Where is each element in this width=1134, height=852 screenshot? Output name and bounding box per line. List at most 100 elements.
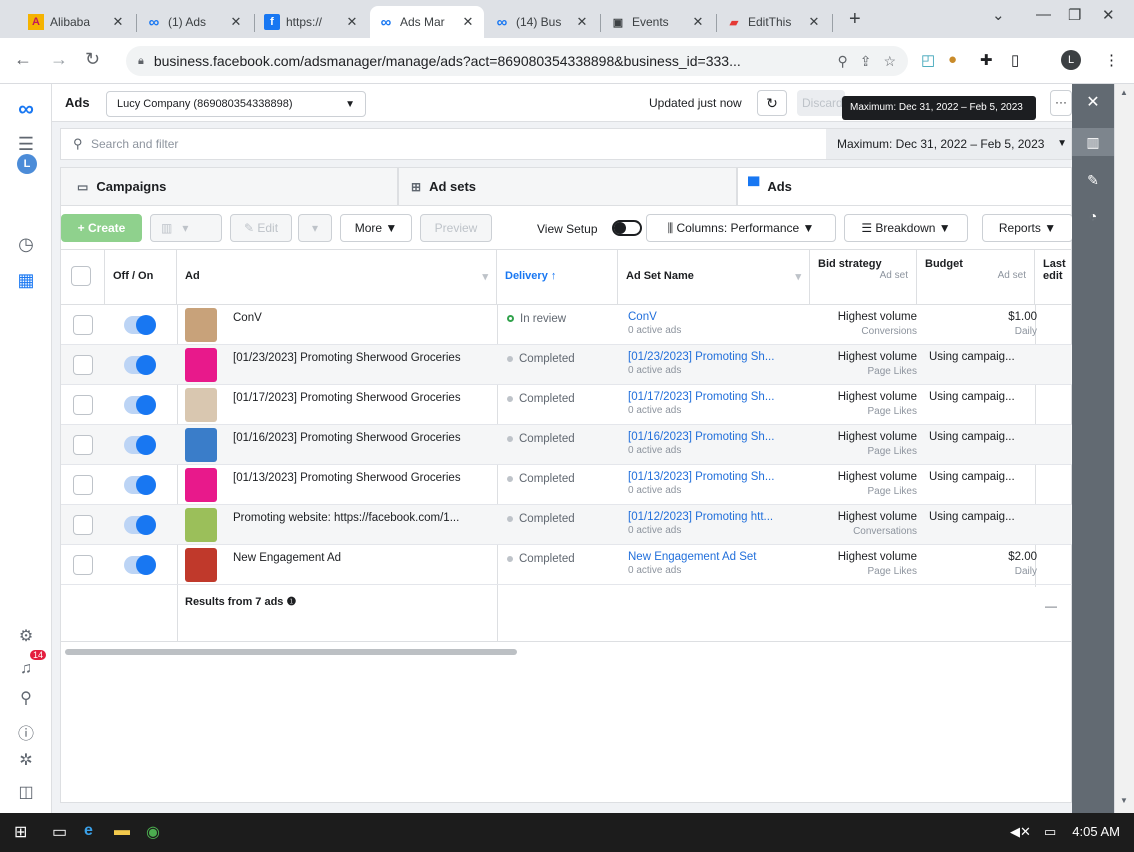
select-all-checkbox[interactable] [71,266,91,286]
zoom-icon[interactable]: ⚲ [837,53,847,70]
col-budget[interactable]: Budget Ad set [917,250,1035,305]
browser-tab-editthis[interactable]: ▰ EditThis ✕ [718,6,830,38]
col-last-edit[interactable]: Last edit [1035,250,1073,305]
adset-name-link[interactable]: [01/23/2023] Promoting Sh... [628,351,816,363]
file-explorer-icon[interactable]: ▬ [114,822,130,840]
browser-tab-ads[interactable]: ∞ (1) Ads ✕ [138,6,252,38]
info-icon[interactable]: ❶ [286,596,296,608]
close-icon[interactable]: ✕ [574,14,590,30]
window-close-icon[interactable]: ✕ [1102,6,1115,24]
adset-name-link[interactable]: [01/13/2023] Promoting Sh... [628,471,816,483]
lock-icon[interactable]: 🔒︎ [138,55,144,68]
side-panel-icon[interactable]: ▯ [1011,51,1019,69]
meta-logo-icon[interactable]: ∞ [0,96,52,122]
help-icon[interactable]: ⓘ [0,720,52,744]
browser-tab-events[interactable]: ▣ Events ✕ [602,6,714,38]
ad-on-off-toggle[interactable] [124,395,156,415]
dashboard-gauge-icon[interactable]: ◷ [0,234,52,255]
col-bid-strategy[interactable]: Bid strategy Ad set [810,250,917,305]
table-row[interactable]: [01/17/2023] Promoting Sherwood Grocerie… [61,385,1073,425]
refresh-button[interactable]: ↻ [757,90,787,116]
ad-on-off-toggle[interactable] [124,355,156,375]
row-checkbox[interactable] [73,435,93,455]
close-panel-icon[interactable]: ✕ [1072,92,1114,112]
vertical-scrollbar[interactable]: ▲ ▼ [1114,84,1134,813]
adset-name-link[interactable]: [01/17/2023] Promoting Sh... [628,391,816,403]
ad-on-off-toggle[interactable] [124,315,156,335]
notifications-bell-icon[interactable]: ♫ [0,660,52,678]
side-panel-toggle-icon[interactable]: ◫ [0,782,52,802]
extension-icon[interactable]: ◰ [921,51,935,69]
minimize-icon[interactable]: — [1036,6,1051,23]
horizontal-scrollbar[interactable] [65,649,517,655]
adset-name-link[interactable]: [01/16/2023] Promoting Sh... [628,431,816,443]
extensions-puzzle-icon[interactable]: ✚ [980,51,993,69]
restore-icon[interactable]: ❐ [1068,6,1081,24]
ad-on-off-toggle[interactable] [124,475,156,495]
duplicate-button[interactable]: ▥ ▾ [150,214,222,242]
new-tab-plus-icon[interactable]: + [849,8,861,31]
charts-icon[interactable]: ▥ [1072,128,1114,156]
close-icon[interactable]: ✕ [460,14,476,30]
volume-muted-icon[interactable]: ◀✕ [1010,824,1031,840]
row-checkbox[interactable] [73,315,93,335]
col-adset-name[interactable]: Ad Set Name ▾ [618,250,810,305]
address-bar[interactable]: 🔒︎ business.facebook.com/adsmanager/mana… [126,46,908,76]
discard-button[interactable]: Discard [797,90,845,116]
view-setup-toggle[interactable] [612,220,642,236]
row-checkbox[interactable] [73,395,93,415]
ad-name[interactable]: ConV [233,312,493,324]
search-filter-bar[interactable]: ⚲ Search and filter Maximum: Dec 31, 202… [60,128,1072,160]
table-row[interactable]: [01/16/2023] Promoting Sherwood Grocerie… [61,425,1073,465]
edit-pencil-icon[interactable]: ✎ [1072,172,1114,189]
account-selector[interactable]: Lucy Company (869080354338898) ▼ [106,91,366,117]
bug-report-icon[interactable]: ✲ [0,750,52,770]
row-checkbox[interactable] [73,355,93,375]
edit-button[interactable]: ✎ Edit [230,214,292,242]
ad-name[interactable]: New Engagement Ad [233,552,493,564]
more-options-button[interactable]: ··· [1050,90,1072,116]
windows-start-icon[interactable]: ⊞ [14,822,27,842]
close-icon[interactable]: ✕ [344,14,360,30]
ad-name[interactable]: [01/16/2023] Promoting Sherwood Grocerie… [233,432,493,444]
reload-icon[interactable]: ↻ [85,49,100,70]
history-clock-icon[interactable]: ◔ [1072,208,1114,224]
ad-on-off-toggle[interactable] [124,435,156,455]
ad-on-off-toggle[interactable] [124,555,156,575]
date-range-picker[interactable]: Maximum: Dec 31, 2022 – Feb 5, 2023 ▼ [826,129,1071,159]
row-checkbox[interactable] [73,475,93,495]
close-icon[interactable]: ✕ [690,14,706,30]
tab-campaigns[interactable]: ▭ Campaigns [60,167,398,205]
table-row[interactable]: [01/13/2023] Promoting Sherwood Grocerie… [61,465,1073,505]
preview-button[interactable]: Preview [420,214,492,242]
adset-name-link[interactable]: New Engagement Ad Set [628,551,816,563]
row-checkbox[interactable] [73,555,93,575]
col-ad[interactable]: Ad ▾ [177,250,497,305]
col-delivery[interactable]: Delivery ↑ [497,250,618,305]
bookmark-star-icon[interactable]: ☆ [883,53,896,70]
search-input[interactable]: Search and filter [91,137,178,151]
task-view-icon[interactable]: ▭ [52,822,67,842]
ad-name[interactable]: [01/23/2023] Promoting Sherwood Grocerie… [233,352,493,364]
ad-name[interactable]: [01/13/2023] Promoting Sherwood Grocerie… [233,472,493,484]
scroll-up-icon[interactable]: ▲ [1120,88,1128,97]
browser-tab-business[interactable]: ∞ (14) Bus ✕ [486,6,598,38]
hamburger-menu-icon[interactable]: ☰ [0,134,52,155]
browser-tab-ads-manager[interactable]: ∞ Ads Mar ✕ [370,6,484,38]
tab-search-chevron-icon[interactable]: ⌄ [992,6,1005,24]
row-checkbox[interactable] [73,515,93,535]
account-avatar[interactable]: L [17,154,37,174]
profile-avatar[interactable]: L [1061,50,1081,70]
browser-tab-facebook[interactable]: f https:// ✕ [256,6,368,38]
table-row[interactable]: ConV In review ConV 0 active ads Highest vol… [61,305,1073,345]
adset-name-link[interactable]: [01/12/2023] Promoting htt... [628,511,816,523]
edge-browser-icon[interactable]: e [84,822,93,840]
tab-ad-sets[interactable]: ⊞ Ad sets [398,167,737,205]
back-arrow-icon[interactable]: ← [14,49,32,70]
table-row[interactable]: Promoting website: https://facebook.com/… [61,505,1073,545]
reports-button[interactable]: Reports ▼ [982,214,1073,242]
ads-manager-grid-icon[interactable]: ▦ [0,270,52,291]
more-button[interactable]: More ▼ [340,214,412,242]
ad-on-off-toggle[interactable] [124,515,156,535]
browser-tab-alibaba[interactable]: A Alibaba ✕ [20,6,134,38]
